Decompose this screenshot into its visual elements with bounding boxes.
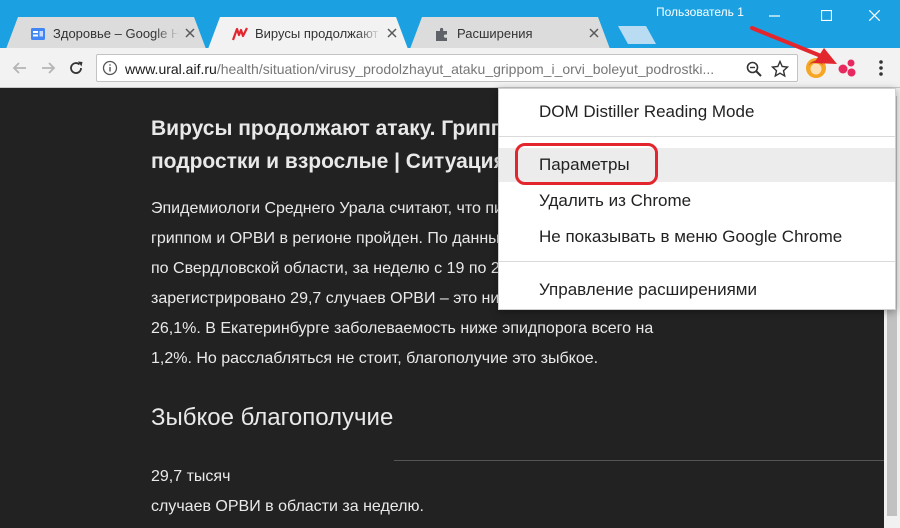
tab-google-news[interactable]: Здоровье – Google Новости [6, 17, 206, 49]
tab-title: Здоровье – Google Новости [53, 26, 179, 41]
menu-separator [499, 261, 895, 262]
new-tab-button[interactable] [618, 26, 656, 44]
chrome-menu-icon[interactable] [872, 58, 890, 78]
menu-item-hide-in-menu[interactable]: Не показывать в меню Google Chrome [499, 220, 895, 254]
tab-close-icon[interactable] [588, 27, 600, 39]
menu-item-manage-extensions[interactable]: Управление расширениями [499, 273, 895, 307]
annotation-arrow [750, 26, 837, 64]
aif-icon [232, 26, 248, 42]
extension-context-menu: DOM Distiller Reading Mode Параметры Уда… [498, 88, 896, 310]
menu-separator [499, 136, 895, 137]
menu-item-remove-from-chrome[interactable]: Удалить из Chrome [499, 184, 895, 218]
puzzle-icon [434, 26, 450, 42]
address-bar[interactable]: www.ural.aif.ru/health/situation/virusy_… [96, 54, 798, 82]
lead-line: 1,2%. Но расслабляться не стоит, благопо… [151, 350, 599, 367]
tab-close-icon[interactable] [184, 27, 196, 39]
article-subheading: Зыбкое благополучие [151, 404, 394, 431]
url-host: www.ural.aif.ru [125, 61, 217, 77]
stat-caption: случаев ОРВИ в области за неделю. [151, 498, 424, 515]
url-path: /health/situation/virusy_prodolzhayut_at… [216, 61, 715, 77]
tab-extensions[interactable]: Расширения [410, 17, 610, 49]
maximize-icon [820, 9, 832, 21]
url-text[interactable]: www.ural.aif.ru/health/situation/virusy_… [125, 61, 737, 77]
stat-value: 29,7 тысяч [151, 468, 231, 485]
tab-close-icon[interactable] [386, 27, 398, 39]
menu-item-dom-distiller[interactable]: DOM Distiller Reading Mode [499, 95, 895, 129]
forward-button[interactable] [38, 58, 58, 78]
google-news-icon [30, 26, 46, 42]
close-window-button[interactable] [852, 0, 896, 30]
menu-item-options[interactable]: Параметры [499, 148, 895, 182]
back-button[interactable] [10, 58, 30, 78]
profile-user-label[interactable]: Пользователь 1 [656, 5, 744, 19]
tab-title: Расширения [457, 26, 583, 41]
lead-line: 26,1%. В Екатеринбурге заболеваемость ни… [151, 320, 654, 337]
article-stat: 29,7 тысяч случаев ОРВИ в области за нед… [151, 462, 741, 522]
tab-title: Вирусы продолжают атаку. Гриппом [255, 26, 381, 41]
minimize-icon [768, 14, 780, 17]
arrow-left-icon [12, 62, 26, 74]
info-icon[interactable] [102, 60, 118, 76]
reload-button[interactable] [66, 58, 86, 78]
reload-icon [70, 61, 83, 74]
arrow-right-icon [42, 62, 56, 74]
close-icon [868, 9, 880, 21]
tab-article[interactable]: Вирусы продолжают атаку. Гриппом [208, 17, 408, 49]
content-divider [394, 460, 884, 461]
